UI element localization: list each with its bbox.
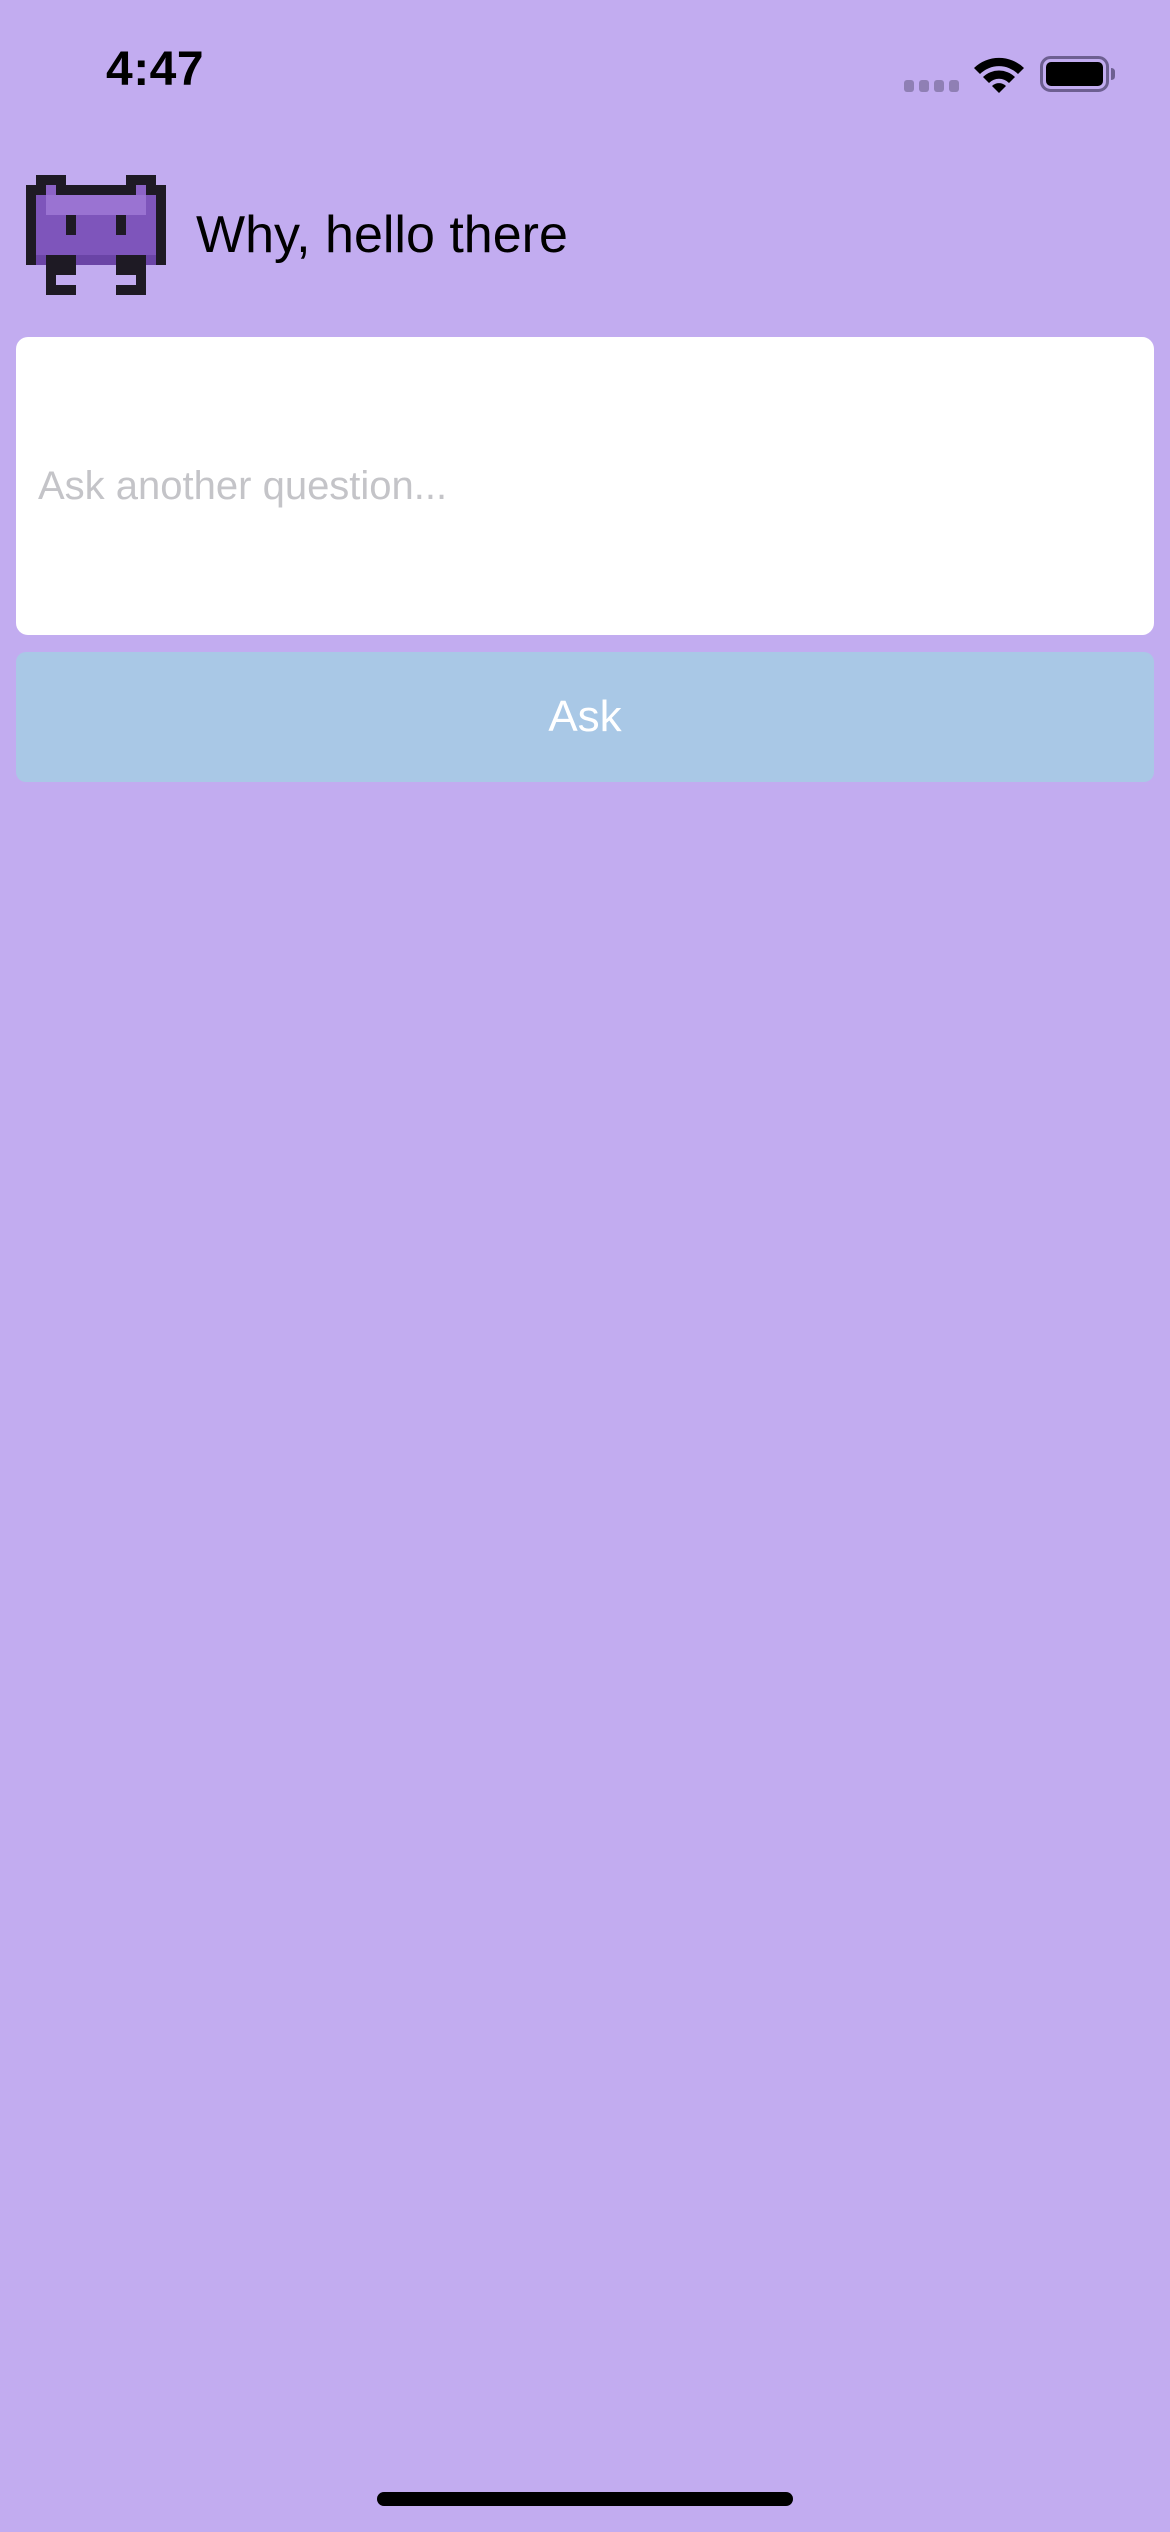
greeting-text: Why, hello there: [196, 206, 568, 264]
question-box: [16, 337, 1154, 635]
question-input[interactable]: [16, 337, 1154, 635]
home-indicator[interactable]: [377, 2492, 793, 2506]
alien-monster-icon: [26, 175, 166, 295]
cellular-signal-icon: [904, 80, 960, 92]
ask-button-label: Ask: [548, 692, 622, 741]
battery-icon: [1040, 56, 1115, 92]
wifi-icon: [974, 57, 1024, 93]
ask-button[interactable]: Ask: [16, 652, 1154, 782]
status-time: 4:47: [106, 43, 205, 96]
status-bar: 4:47: [0, 0, 1170, 140]
header: Why, hello there: [26, 172, 568, 298]
